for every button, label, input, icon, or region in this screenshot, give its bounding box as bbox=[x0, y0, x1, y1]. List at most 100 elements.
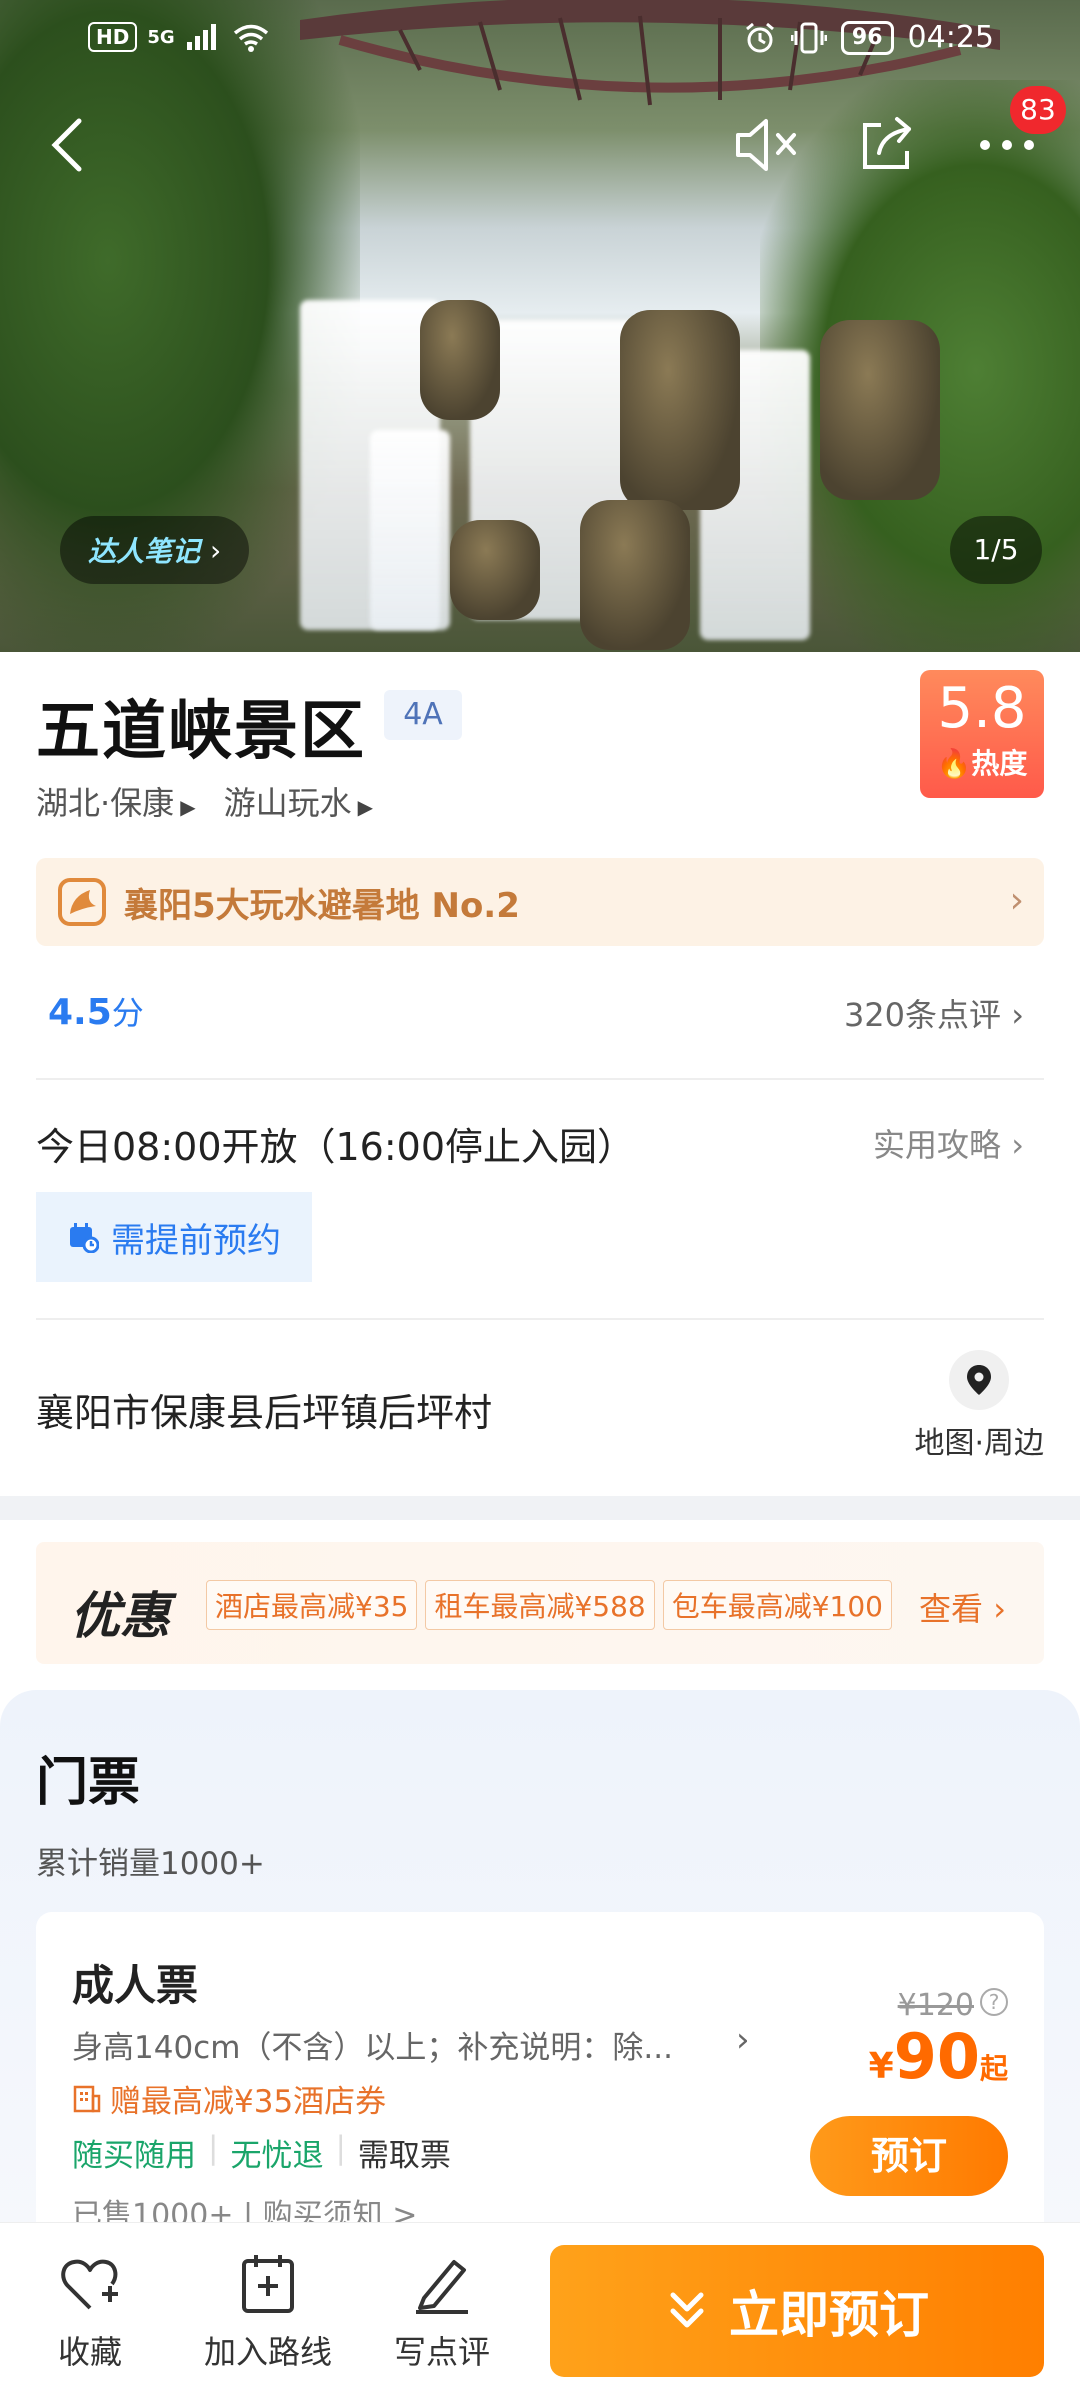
book-now-button[interactable]: 立即预订 bbox=[550, 2245, 1044, 2377]
separator: | bbox=[335, 2130, 346, 2166]
view-discounts-link[interactable]: 查看 › bbox=[919, 1584, 1006, 1630]
discount-banner[interactable]: 优惠 酒店最高减¥35 租车最高减¥588 包车最高减¥100 查看 › bbox=[36, 1542, 1044, 1664]
map-nearby-button[interactable]: 地图·周边 bbox=[914, 1350, 1044, 1462]
ranking-badge-icon bbox=[58, 878, 106, 926]
ticket-card-adult[interactable]: 成人票 身高140cm（不含）以上；补充说明：除... › 赠最高减¥35酒店券… bbox=[36, 1912, 1044, 2272]
favorite-button[interactable]: 收藏 bbox=[58, 2251, 122, 2373]
view-label: 查看 bbox=[919, 1590, 984, 1628]
back-button[interactable] bbox=[32, 110, 102, 180]
signal-icon bbox=[186, 24, 216, 50]
price-from: 起 bbox=[979, 2052, 1008, 2085]
feature-pickup-required: 需取票 bbox=[357, 2138, 451, 2174]
opening-hours: 今日08:00开放（16:00停止入园） bbox=[36, 1125, 636, 1169]
status-bar: HD 5G 96 04:25 bbox=[0, 0, 1080, 80]
flame-icon: 🔥 bbox=[936, 747, 972, 780]
separator: | bbox=[208, 2130, 219, 2166]
category-link[interactable]: 游山玩水 ▶ bbox=[224, 778, 373, 824]
chevron-right-icon: › bbox=[1011, 1126, 1024, 1164]
battery-indicator: 96 bbox=[840, 20, 894, 55]
ticket-name: 成人票 bbox=[72, 1961, 199, 2010]
review-count-link[interactable]: 320条点评 › bbox=[844, 990, 1024, 1036]
current-price: ¥90起 bbox=[869, 2020, 1008, 2093]
mute-button[interactable] bbox=[732, 110, 802, 180]
map-pin-icon bbox=[949, 1350, 1010, 1410]
bottom-action-bar: 收藏 加入路线 写点评 立即预订 bbox=[0, 2222, 1080, 2400]
hotel-icon bbox=[73, 2085, 101, 2112]
chevron-right-icon[interactable]: › bbox=[736, 2020, 750, 2060]
back-arrow-icon bbox=[51, 118, 82, 172]
rating-score: 4.5分 bbox=[48, 988, 144, 1034]
feature-use-anytime: 随买随用 bbox=[72, 2138, 196, 2174]
score-unit: 分 bbox=[111, 994, 144, 1032]
discount-title: 优惠 bbox=[70, 1587, 170, 1645]
divider bbox=[36, 1078, 1044, 1080]
region-label: 湖北·保康 bbox=[36, 784, 175, 822]
add-to-route-label: 加入路线 bbox=[204, 2333, 333, 2371]
question-mark-icon[interactable]: ? bbox=[980, 1988, 1008, 2016]
clock: 04:25 bbox=[907, 20, 994, 55]
practical-guide-link[interactable]: 实用攻略 › bbox=[873, 1120, 1024, 1166]
heat-label: 热度 bbox=[971, 747, 1028, 780]
reservation-required-tag: 需提前预约 bbox=[36, 1192, 312, 1282]
original-price: ¥120 bbox=[897, 1988, 974, 2023]
discount-chip-charter: 包车最高减¥100 bbox=[662, 1580, 892, 1630]
double-chevron-down-icon bbox=[670, 2292, 704, 2328]
discount-chips: 酒店最高减¥35 租车最高减¥588 包车最高减¥100 bbox=[206, 1580, 892, 1630]
hd-indicator: HD bbox=[88, 22, 138, 52]
attraction-name: 五道峡景区 bbox=[36, 695, 366, 769]
price-currency: ¥ bbox=[868, 2046, 894, 2087]
tickets-total-sales: 累计销量1000+ bbox=[36, 1846, 265, 1882]
price-value: 90 bbox=[893, 2020, 980, 2093]
heat-value: 5.8 bbox=[937, 676, 1027, 741]
notification-badge: 83 bbox=[1010, 86, 1066, 134]
share-button[interactable] bbox=[852, 110, 922, 180]
chevron-right-icon: › bbox=[993, 1590, 1006, 1628]
expert-notes-button[interactable]: 达人笔记 › bbox=[60, 516, 250, 584]
chevron-right-icon: › bbox=[1011, 996, 1024, 1034]
vibrate-icon bbox=[790, 22, 827, 53]
calendar-clock-icon bbox=[70, 1223, 99, 1253]
scenic-level-tag: 4A bbox=[384, 690, 462, 740]
map-nearby-label: 地图·周边 bbox=[914, 1426, 1044, 1461]
heart-plus-icon bbox=[61, 2259, 118, 2310]
wifi-icon bbox=[233, 24, 268, 52]
rating-row[interactable]: 4.5分 320条点评 › bbox=[36, 980, 1044, 1050]
favorite-label: 收藏 bbox=[58, 2333, 123, 2371]
alarm-icon bbox=[745, 22, 774, 52]
triangle-right-icon: ▶ bbox=[357, 795, 373, 819]
speaker-muted-icon bbox=[736, 119, 796, 171]
add-to-route-button[interactable]: 加入路线 bbox=[204, 2251, 332, 2373]
hotel-voucher-promo: 赠最高减¥35酒店券 bbox=[72, 2076, 386, 2121]
hotel-voucher-text: 赠最高减¥35酒店券 bbox=[110, 2084, 387, 2120]
address-text[interactable]: 襄阳市保康县后坪镇后坪村 bbox=[36, 1382, 492, 1437]
discount-chip-hotel: 酒店最高减¥35 bbox=[206, 1580, 418, 1630]
share-icon bbox=[863, 117, 911, 169]
write-review-button[interactable]: 写点评 bbox=[394, 2251, 490, 2373]
ticket-description: 身高140cm（不含）以上；补充说明：除... bbox=[72, 2030, 673, 2066]
pencil-icon bbox=[416, 2260, 468, 2314]
ranking-banner[interactable]: 襄阳5大玩水避暑地 No.2 › bbox=[36, 858, 1044, 946]
ticket-features: 随买随用 | 无忧退 | 需取票 bbox=[72, 2130, 451, 2175]
calendar-add-icon bbox=[242, 2255, 294, 2313]
score-value: 4.5 bbox=[48, 992, 112, 1033]
network-type: 5G bbox=[147, 26, 175, 48]
guide-label: 实用攻略 bbox=[873, 1126, 1002, 1164]
write-review-label: 写点评 bbox=[394, 2333, 491, 2371]
review-count: 320条点评 bbox=[843, 996, 1002, 1034]
location-tags: 湖北·保康 ▶ 游山玩水 ▶ bbox=[36, 778, 373, 824]
ranking-text: 襄阳5大玩水避暑地 No.2 bbox=[124, 885, 520, 926]
photo-counter: 1/5 bbox=[950, 516, 1042, 584]
expert-notes-label: 达人笔记 bbox=[88, 535, 201, 568]
reservation-text: 需提前预约 bbox=[111, 1220, 281, 1261]
region-link[interactable]: 湖北·保康 ▶ bbox=[36, 778, 196, 824]
tickets-title: 门票 bbox=[36, 1753, 141, 1813]
chevron-right-icon: › bbox=[210, 533, 222, 567]
top-navigation bbox=[0, 100, 1080, 190]
book-ticket-button[interactable]: 预订 bbox=[810, 2116, 1008, 2196]
feature-free-refund: 无忧退 bbox=[230, 2138, 324, 2174]
more-dots-icon bbox=[980, 140, 1034, 150]
category-label: 游山玩水 bbox=[223, 784, 352, 822]
book-now-label: 立即预订 bbox=[729, 2286, 929, 2344]
heat-score-badge[interactable]: 5.8 🔥热度 bbox=[920, 670, 1044, 798]
triangle-right-icon: ▶ bbox=[180, 795, 196, 819]
